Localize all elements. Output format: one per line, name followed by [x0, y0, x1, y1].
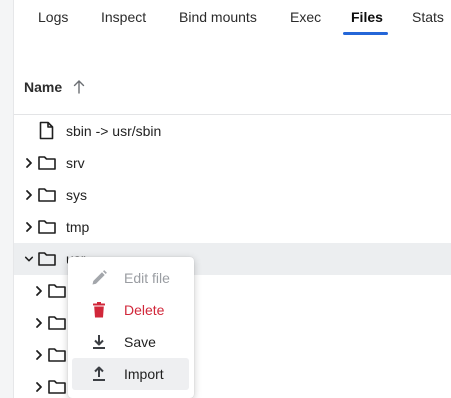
upload-icon	[93, 366, 105, 381]
download-icon	[93, 335, 105, 349]
left-rail	[0, 0, 14, 398]
table-row[interactable]: tmp	[14, 211, 451, 243]
chevron-right-icon[interactable]	[24, 189, 34, 201]
chevron-right-icon[interactable]	[34, 317, 44, 329]
table-row[interactable]: sbin -> usr/sbin	[14, 115, 451, 147]
pencil-icon	[92, 270, 107, 285]
tab-bind-mounts[interactable]: Bind mounts	[179, 9, 257, 25]
menu-item-save[interactable]: Save	[72, 326, 189, 358]
chevron-down-icon[interactable]	[24, 253, 34, 265]
tab-inspect[interactable]: Inspect	[101, 9, 146, 25]
row-name: sys	[66, 187, 87, 203]
column-header-name[interactable]: Name	[24, 79, 62, 95]
trash-icon	[93, 302, 105, 318]
file-icon	[39, 121, 54, 140]
tab-stats[interactable]: Stats	[412, 9, 444, 25]
table-row[interactable]: sys	[14, 179, 451, 211]
chevron-right-icon[interactable]	[24, 157, 34, 169]
table-header: Name	[14, 70, 451, 104]
chevron-right-icon[interactable]	[24, 221, 34, 233]
tab-exec[interactable]: Exec	[290, 9, 321, 25]
folder-icon	[48, 348, 66, 362]
tab-files[interactable]: Files	[351, 9, 383, 25]
row-name: srv	[66, 155, 85, 171]
menu-item-delete[interactable]: Delete	[72, 294, 189, 326]
chevron-right-icon[interactable]	[34, 349, 44, 361]
folder-icon	[48, 284, 66, 298]
tab-logs[interactable]: Logs	[38, 9, 68, 25]
context-menu: Edit file Delete Save Import	[68, 257, 194, 398]
folder-icon	[38, 188, 56, 202]
chevron-right-icon[interactable]	[34, 285, 44, 297]
row-name: sbin -> usr/sbin	[66, 123, 162, 139]
folder-icon	[38, 220, 56, 234]
chevron-right-icon[interactable]	[34, 381, 44, 393]
menu-item-edit-file[interactable]: Edit file	[72, 262, 189, 294]
row-name: tmp	[66, 219, 90, 235]
menu-item-import[interactable]: Import	[72, 358, 189, 390]
table-row[interactable]: srv	[14, 147, 451, 179]
tab-bar: Logs Inspect Bind mounts Exec Files Stat…	[14, 0, 451, 36]
sort-ascending-icon[interactable]	[72, 79, 86, 95]
active-tab-indicator	[343, 32, 388, 35]
folder-icon	[48, 380, 66, 394]
folder-icon	[38, 252, 56, 266]
folder-icon	[38, 156, 56, 170]
folder-icon	[48, 316, 66, 330]
